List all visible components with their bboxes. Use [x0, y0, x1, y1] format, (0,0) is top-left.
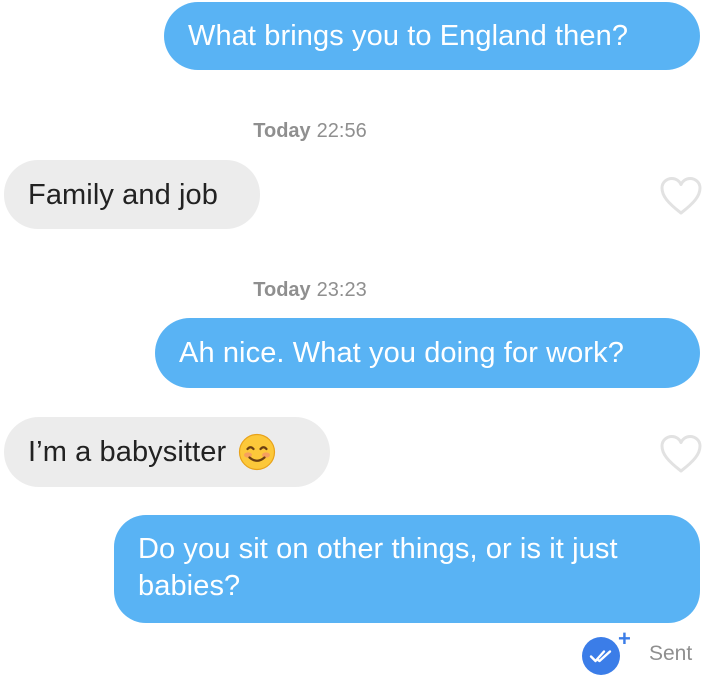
double-check-icon — [589, 650, 612, 663]
chat-thread: What brings you to England then? Today 22… — [0, 0, 724, 687]
message-text: What brings you to England then? — [188, 20, 629, 52]
timestamp: Today 23:23 — [0, 279, 620, 302]
message-text: Family and job — [28, 179, 218, 211]
smiling-face-emoji — [239, 433, 276, 471]
read-receipt-badge[interactable] — [582, 637, 620, 675]
message-text: Do you sit on other things, or is it jus… — [138, 533, 618, 602]
timestamp: Today 22:56 — [0, 120, 620, 143]
message-bubble-outgoing[interactable]: Ah nice. What you doing for work? — [155, 318, 700, 388]
message-text: I’m a babysitter — [28, 436, 227, 468]
heart-outline-icon[interactable] — [659, 176, 703, 216]
delivery-status: + Sent — [582, 628, 712, 678]
timestamp-day: Today — [253, 120, 311, 142]
timestamp-time: 23:23 — [316, 279, 367, 301]
message-bubble-incoming[interactable]: I’m a babysitter — [4, 417, 330, 487]
plus-icon: + — [618, 626, 631, 651]
timestamp-day: Today — [253, 279, 311, 301]
message-text: Ah nice. What you doing for work? — [179, 337, 624, 369]
heart-outline-icon[interactable] — [659, 434, 703, 474]
message-bubble-outgoing[interactable]: Do you sit on other things, or is it jus… — [114, 515, 700, 623]
timestamp-time: 22:56 — [316, 120, 367, 142]
message-bubble-outgoing[interactable]: What brings you to England then? — [164, 2, 700, 70]
sent-status-label: Sent — [649, 642, 693, 665]
message-bubble-incoming[interactable]: Family and job — [4, 160, 260, 229]
